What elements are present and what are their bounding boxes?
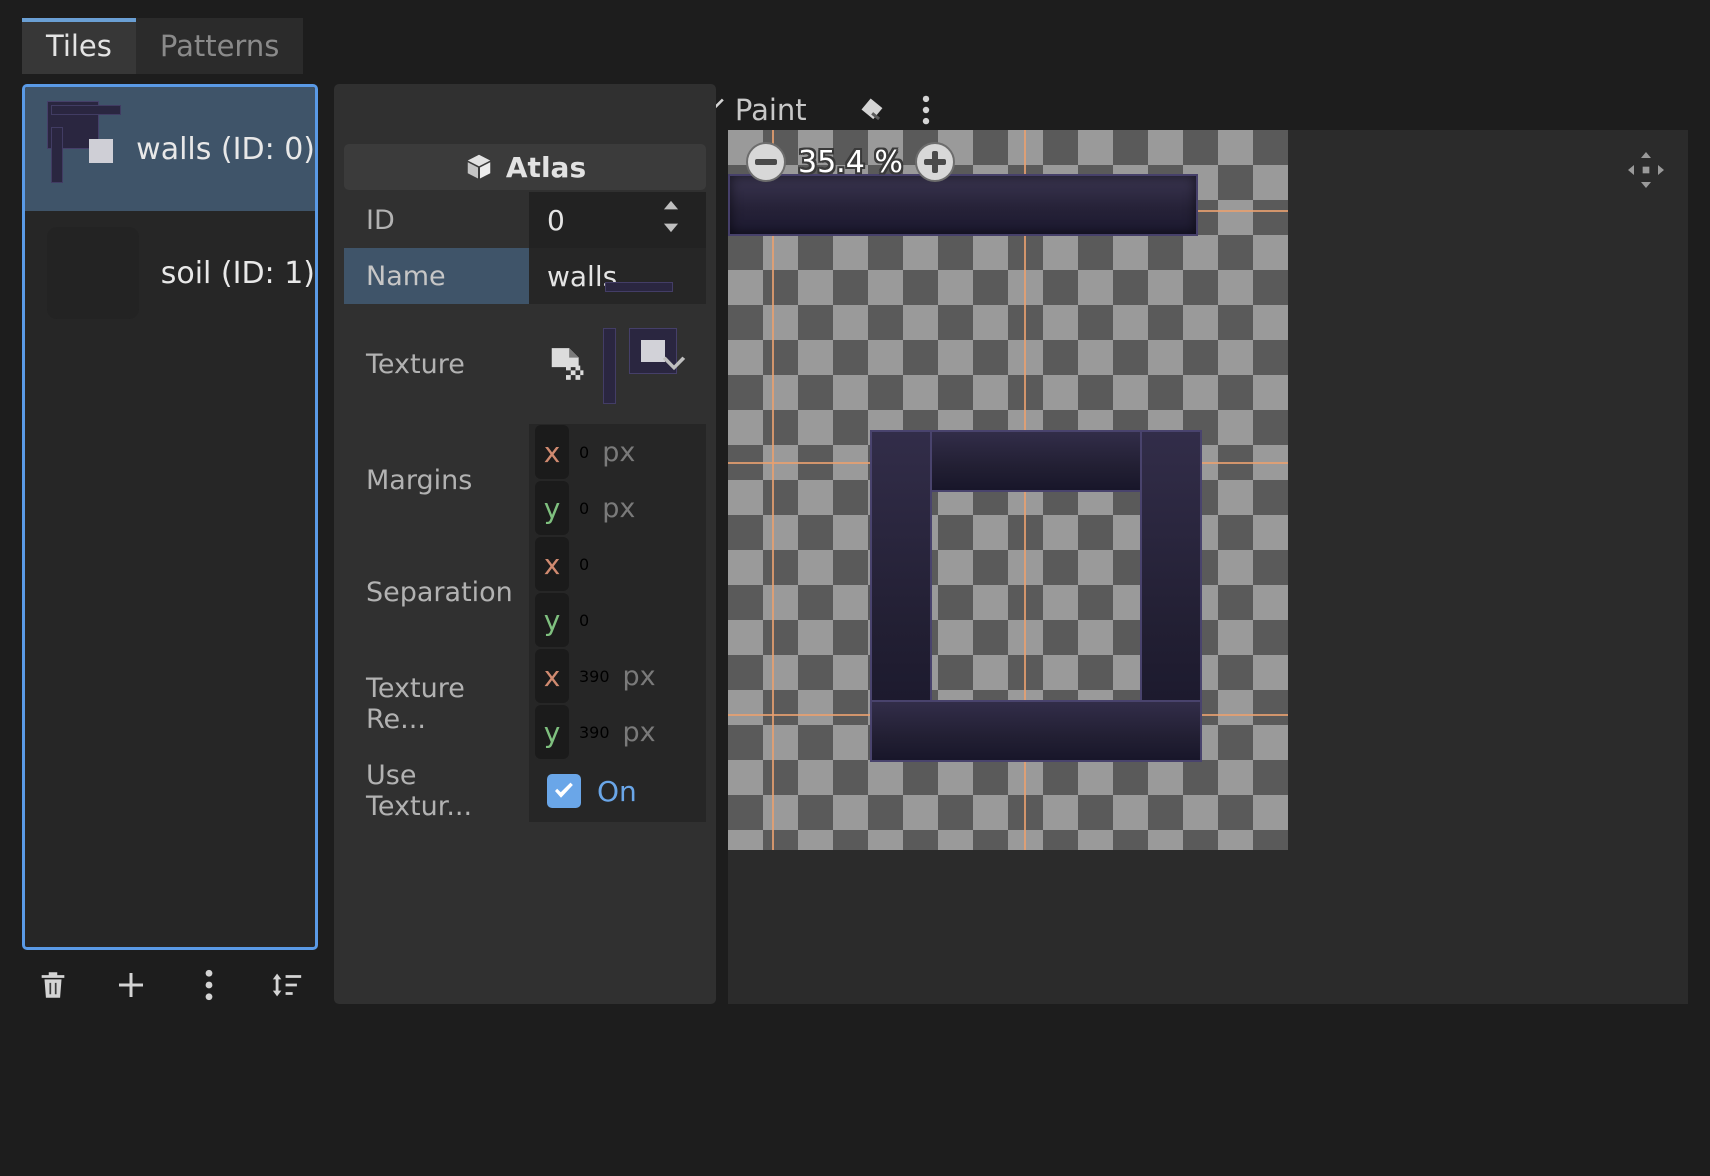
separation-x-input[interactable]: x 0 bbox=[529, 536, 706, 592]
separation-y-axis-label: y bbox=[535, 593, 569, 647]
property-value-id[interactable]: 0 bbox=[529, 192, 706, 248]
property-label-use-texture-padding: Use Textur... bbox=[366, 760, 473, 822]
add-source-button[interactable] bbox=[109, 963, 153, 1007]
source-item-soil[interactable]: soil (ID: 1) bbox=[25, 211, 315, 335]
plus-icon bbox=[119, 973, 143, 997]
name-input[interactable]: walls bbox=[529, 248, 706, 304]
source-list-toolbar bbox=[22, 952, 318, 1018]
property-row-separation: Separation x 0 y 0 bbox=[344, 536, 706, 648]
atlas-tile-wall-horizontal[interactable] bbox=[728, 174, 1198, 236]
texture-region-y-value: 390 bbox=[579, 722, 610, 742]
tileset-tabbar: Tiles Patterns bbox=[22, 18, 1688, 74]
tool-options-button[interactable] bbox=[901, 90, 951, 130]
trash-icon bbox=[41, 972, 65, 998]
property-row-margins: Margins x 0 px y 0 px bbox=[344, 424, 706, 536]
texture-region-x-input[interactable]: x 390 px bbox=[529, 648, 706, 704]
sort-sources-button[interactable] bbox=[265, 963, 309, 1007]
property-row-id: ID 0 bbox=[344, 192, 706, 248]
property-label-separation: Separation bbox=[366, 576, 513, 608]
eraser-icon bbox=[861, 98, 883, 121]
separation-y-value: 0 bbox=[579, 610, 590, 630]
texture-region-x-unit: px bbox=[622, 660, 656, 692]
tab-patterns-label: Patterns bbox=[159, 29, 280, 63]
texture-region-x-value: 390 bbox=[579, 666, 610, 686]
margins-y-input[interactable]: y 0 px bbox=[529, 480, 706, 536]
texture-region-y-input[interactable]: y 390 px bbox=[529, 704, 706, 760]
delete-source-button[interactable] bbox=[31, 963, 75, 1007]
source-options-button[interactable] bbox=[187, 963, 231, 1007]
tool-paint-label: Paint bbox=[734, 93, 807, 127]
margins-x-axis-label: x bbox=[535, 425, 569, 479]
zoom-in-button[interactable] bbox=[914, 142, 955, 182]
source-item-soil-label: soil (ID: 1) bbox=[160, 255, 315, 291]
id-field-value: 0 bbox=[547, 203, 565, 237]
source-item-walls[interactable]: walls (ID: 0) bbox=[25, 87, 315, 211]
use-texture-padding-value: On bbox=[597, 774, 637, 808]
bottom-dock-bar: Output Debugger (1) Search Results Audio… bbox=[0, 1106, 1710, 1176]
property-row-texture-region: Texture Re... x 390 px y 390 px bbox=[344, 648, 706, 760]
use-texture-padding-toggle[interactable]: On bbox=[529, 760, 706, 822]
margins-y-axis-label: y bbox=[535, 481, 569, 535]
eraser-toggle-button[interactable] bbox=[839, 91, 901, 129]
tab-tiles-label: Tiles bbox=[46, 29, 112, 63]
atlas-section-header: Atlas bbox=[344, 144, 706, 190]
margins-y-unit: px bbox=[602, 492, 636, 524]
margins-x-value: 0 bbox=[579, 442, 590, 462]
three-dots-icon bbox=[205, 969, 213, 1001]
texture-region-x-axis-label: x bbox=[535, 649, 569, 703]
property-label-texture-region: Texture Re... bbox=[366, 673, 465, 735]
property-row-use-texture-padding: Use Textur... On bbox=[344, 760, 706, 822]
property-label-name: Name bbox=[344, 248, 529, 304]
tab-patterns[interactable]: Patterns bbox=[135, 18, 304, 74]
texture-resource-icon bbox=[551, 348, 584, 380]
property-row-name: Name walls bbox=[344, 248, 706, 304]
margins-y-value: 0 bbox=[579, 498, 590, 518]
cube-icon bbox=[467, 154, 491, 179]
property-label-margins: Margins bbox=[366, 464, 473, 496]
property-row-texture: Texture bbox=[344, 282, 706, 424]
margins-x-unit: px bbox=[602, 436, 636, 468]
separation-x-axis-label: x bbox=[535, 537, 569, 591]
texture-picker[interactable] bbox=[529, 282, 706, 424]
atlas-section-header-label: Atlas bbox=[505, 150, 587, 184]
property-label-id: ID bbox=[366, 204, 395, 236]
texture-region-y-unit: px bbox=[622, 716, 656, 748]
use-texture-padding-checkbox[interactable] bbox=[547, 774, 581, 808]
id-spinner-arrows[interactable] bbox=[658, 200, 684, 241]
source-item-walls-label: walls (ID: 0) bbox=[136, 131, 315, 167]
property-list: ID 0 Name walls Texture Margins x 0 px y… bbox=[344, 192, 706, 822]
walls-atlas-thumbnail-icon bbox=[47, 101, 121, 197]
zoom-level-label: 35.4 % bbox=[798, 144, 903, 180]
zoom-controls: 35.4 % bbox=[746, 142, 955, 182]
three-dots-icon bbox=[922, 95, 929, 125]
center-view-icon bbox=[1628, 152, 1664, 188]
godot-tileset-editor: Tiles Patterns walls (ID: 0) soil (ID: 1… bbox=[0, 0, 1710, 1176]
atlas-tile-wall-frame-bottom[interactable] bbox=[870, 700, 1202, 762]
margins-x-input[interactable]: x 0 px bbox=[529, 424, 706, 480]
texture-region-y-axis-label: y bbox=[535, 705, 569, 759]
zoom-out-button[interactable] bbox=[746, 142, 786, 182]
tab-tiles[interactable]: Tiles bbox=[22, 18, 136, 74]
atlas-inspector-panel: Atlas ID 0 Name walls Texture Margins x … bbox=[334, 84, 716, 1004]
atlas-source-list[interactable]: walls (ID: 0) soil (ID: 1) bbox=[22, 84, 318, 950]
atlas-canvas[interactable]: 35.4 % bbox=[728, 130, 1688, 1004]
separation-x-value: 0 bbox=[579, 554, 590, 574]
separation-y-input[interactable]: y 0 bbox=[529, 592, 706, 648]
sort-icon bbox=[272, 973, 302, 997]
texture-dropdown-chevron-down-icon[interactable] bbox=[660, 348, 688, 381]
center-view-button[interactable] bbox=[1620, 144, 1672, 196]
property-label-texture: Texture bbox=[366, 348, 465, 380]
soil-atlas-thumbnail-icon bbox=[47, 227, 139, 319]
